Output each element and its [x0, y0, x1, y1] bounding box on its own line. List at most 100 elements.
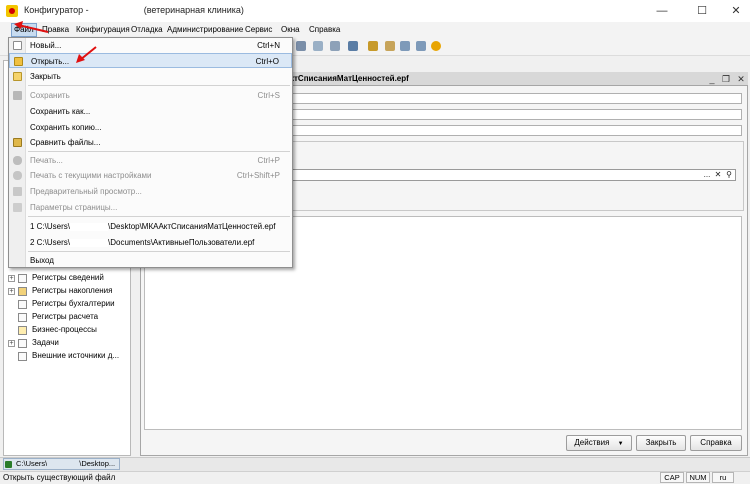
taskbar-item-tail: \Desktop... [79, 459, 116, 468]
menu-service[interactable]: Сервис [245, 25, 272, 34]
tree-item-label: Бизнес-процессы [32, 325, 97, 334]
menu-item-save-copy[interactable]: Сохранить копию... [9, 120, 292, 135]
menu-item-print-current[interactable]: Печать с текущими настройками Ctrl+Shift… [9, 168, 292, 183]
menu-item-exit[interactable]: Выход [9, 253, 292, 268]
menu-label: Сохранить как... [30, 107, 91, 116]
toolbar-tool-icon[interactable] [313, 41, 323, 51]
menu-label: Сохранить копию... [30, 123, 102, 132]
menu-item-preview[interactable]: Предварительный просмотр... [9, 184, 292, 199]
expand-icon[interactable]: + [8, 340, 15, 347]
document-title: ктСписанияМатЦенностей.epf [290, 74, 409, 83]
num-indicator: NUM [686, 472, 710, 483]
register-icon [18, 313, 27, 322]
form-select-field[interactable] [290, 169, 736, 181]
print-settings-icon [13, 171, 22, 180]
toolbar-zoom-icon[interactable] [400, 41, 410, 51]
preview-icon [13, 187, 22, 196]
minimize-button[interactable]: — [650, 3, 674, 19]
toolbar-info-icon[interactable] [431, 41, 441, 51]
annotation-arrow-icon [76, 46, 97, 63]
menu-item-open[interactable]: Открыть... Ctrl+O [9, 53, 292, 68]
menu-separator [28, 85, 290, 86]
menu-help[interactable]: Справка [309, 25, 340, 34]
status-text: Открыть существующий файл [3, 473, 116, 482]
clear-icon[interactable]: ✕ [713, 170, 723, 180]
menu-item-save[interactable]: Сохранить Ctrl+S [9, 88, 292, 103]
open-folder-icon [14, 57, 23, 66]
name-field[interactable] [290, 93, 742, 104]
help-button[interactable]: Справка [690, 435, 742, 451]
menu-label: Сохранить [30, 91, 70, 100]
menu-label: Открыть... [31, 57, 70, 66]
database-icon [18, 352, 27, 361]
close-window-button[interactable]: ✕ [724, 3, 748, 19]
menu-shortcut: Ctrl+O [255, 57, 279, 66]
menu-item-compare[interactable]: Сравнить файлы... [9, 135, 292, 150]
toolbar-debug-icon[interactable] [368, 41, 378, 51]
menu-label: 1 C:\Users\ \Desktop\МКААктСписанияМатЦен… [30, 222, 275, 231]
window-title: Конфигуратор - (ветеринарная клиника) [24, 5, 244, 15]
tree-item-label: Регистры бухгалтерии [32, 299, 115, 308]
expand-icon[interactable]: + [8, 288, 15, 295]
toolbar-window-icon[interactable] [348, 41, 358, 51]
menu-shortcut: Ctrl+P [257, 156, 280, 165]
actions-label: Действия [574, 438, 610, 447]
comment-field[interactable] [290, 125, 742, 136]
chevron-down-icon: ▼ [617, 441, 624, 447]
menu-label: Печать... [30, 156, 63, 165]
close-form-button[interactable]: Закрыть [636, 435, 686, 451]
menu-item-recent-2[interactable]: 2 C:\Users\ \Documents\АктивныеПользовате… [9, 235, 292, 250]
toolbar-tool2-icon[interactable] [330, 41, 340, 51]
task-icon [18, 339, 27, 348]
window-title-main: Конфигуратор - [24, 5, 92, 15]
page-setup-icon [13, 203, 22, 212]
actions-dropdown-button[interactable]: Действия ▼ [566, 435, 632, 451]
menu-label: Предварительный просмотр... [30, 187, 142, 196]
menu-item-recent-1[interactable]: 1 C:\Users\ \Desktop\МКААктСписанияМатЦен… [9, 219, 292, 234]
taskbar-item-label: C:\Users\ [16, 459, 48, 468]
processing-icon [5, 461, 12, 468]
new-file-icon [13, 41, 22, 50]
expand-icon[interactable]: + [8, 275, 15, 282]
toolbar-settings-icon[interactable] [416, 41, 426, 51]
recent-path-head: 1 C:\Users\ [30, 222, 71, 231]
menu-administration[interactable]: Администрирование [167, 25, 243, 34]
menu-windows[interactable]: Окна [281, 25, 300, 34]
doc-restore-button[interactable]: ❐ [720, 73, 732, 85]
menu-item-print[interactable]: Печать... Ctrl+P [9, 153, 292, 168]
print-icon [13, 156, 22, 165]
process-icon [18, 326, 27, 335]
menu-item-save-as[interactable]: Сохранить как... [9, 104, 292, 119]
menu-shortcut: Ctrl+N [257, 41, 280, 50]
taskbar-item[interactable]: C:\Users\ \Desktop... [3, 458, 120, 470]
maximize-button[interactable]: ☐ [690, 3, 714, 19]
search-icon[interactable]: ⚲ [724, 170, 734, 180]
menu-label: 2 C:\Users\ \Documents\АктивныеПользовате… [30, 238, 254, 247]
window-title-suffix: (ветеринарная клиника) [143, 5, 244, 15]
tree-item-label: Регистры накопления [32, 286, 113, 295]
menu-item-page-setup[interactable]: Параметры страницы... [9, 200, 292, 215]
synonym-field[interactable] [290, 109, 742, 120]
menu-shortcut: Ctrl+Shift+P [236, 171, 280, 180]
save-icon [13, 91, 22, 100]
doc-close-button[interactable]: ✕ [735, 73, 747, 85]
toolbar-cut-icon[interactable] [296, 41, 306, 51]
language-indicator[interactable]: ru [712, 472, 734, 483]
select-button[interactable]: ... [702, 170, 712, 180]
menu-label: Сравнить файлы... [30, 138, 101, 147]
menu-item-close[interactable]: Закрыть [9, 69, 292, 84]
toolbar-search-icon[interactable] [385, 41, 395, 51]
caps-indicator: CAP [660, 472, 684, 483]
recent-path-tail: \Documents\АктивныеПользователи.epf [108, 238, 255, 247]
compare-icon [13, 138, 22, 147]
menu-configuration[interactable]: Конфигурация [76, 25, 130, 34]
doc-minimize-button[interactable]: _ [706, 73, 718, 85]
menu-label: Закрыть [30, 72, 61, 81]
menu-separator [28, 251, 290, 252]
menu-separator [28, 151, 290, 152]
menu-label: Печать с текущими настройками [30, 171, 152, 180]
menu-label: Параметры страницы... [30, 203, 118, 212]
close-file-icon [13, 72, 22, 81]
menu-debug[interactable]: Отладка [131, 25, 163, 34]
recent-path-head: 2 C:\Users\ [30, 238, 71, 247]
